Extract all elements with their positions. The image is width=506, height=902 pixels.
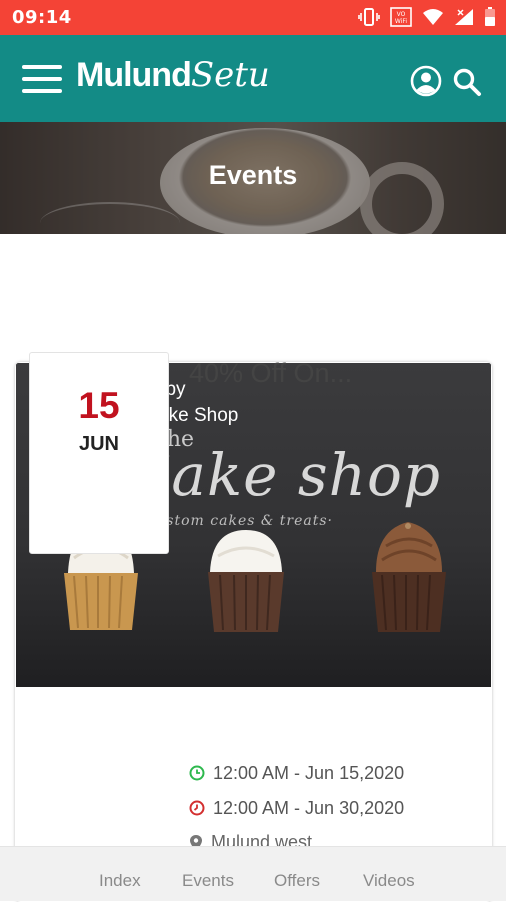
logo-text-script: Setu [190, 55, 270, 95]
event-title[interactable]: 40% Off On... [189, 358, 352, 389]
status-time: 09:14 [12, 7, 72, 28]
menu-button[interactable] [22, 65, 62, 93]
search-icon [453, 68, 481, 96]
wifi-icon [423, 9, 443, 25]
svg-text:VO: VO [397, 11, 406, 18]
menu-icon [22, 65, 62, 69]
cupcake-image [208, 530, 284, 632]
user-button[interactable] [410, 65, 442, 97]
app-bar: MulundSetu [0, 35, 506, 122]
event-end-row: 12:00 AM - Jun 30,2020 [189, 797, 404, 819]
bottom-nav: Index Events Offers Videos [0, 846, 506, 901]
volte-wifi-icon: VO WiFi [390, 7, 412, 27]
vibrate-icon [358, 8, 380, 26]
logo-text-main: Mulund [76, 56, 192, 94]
page-title: Events [208, 160, 298, 190]
clock-end-icon [189, 800, 205, 816]
hero-banner: Events [0, 122, 506, 234]
clock-start-icon [189, 765, 205, 781]
nav-item-videos[interactable]: Videos [363, 871, 415, 891]
user-icon [410, 65, 442, 97]
app-logo[interactable]: MulundSetu [76, 55, 270, 95]
search-button[interactable] [452, 67, 482, 97]
event-end-time: 12:00 AM - Jun 30,2020 [213, 797, 405, 818]
event-month: JUN [78, 433, 119, 455]
nav-item-index[interactable]: Index [99, 871, 141, 891]
signal-icon [455, 9, 473, 25]
nav-item-offers[interactable]: Offers [274, 871, 320, 891]
cupcake-image [372, 522, 446, 632]
svg-text:WiFi: WiFi [395, 18, 407, 25]
event-start-time: 12:00 AM - Jun 15,2020 [213, 762, 405, 783]
image-brand-name: Cake shop [126, 441, 442, 509]
status-icons: VO WiFi [358, 6, 496, 28]
event-day: 15 [78, 385, 120, 426]
status-bar: 09:14 VO WiFi [0, 0, 506, 35]
event-start-row: 12:00 AM - Jun 15,2020 [189, 762, 404, 784]
event-date-box: 15 JUN [29, 352, 169, 554]
nav-item-events[interactable]: Events [182, 871, 234, 891]
battery-icon [485, 7, 495, 26]
